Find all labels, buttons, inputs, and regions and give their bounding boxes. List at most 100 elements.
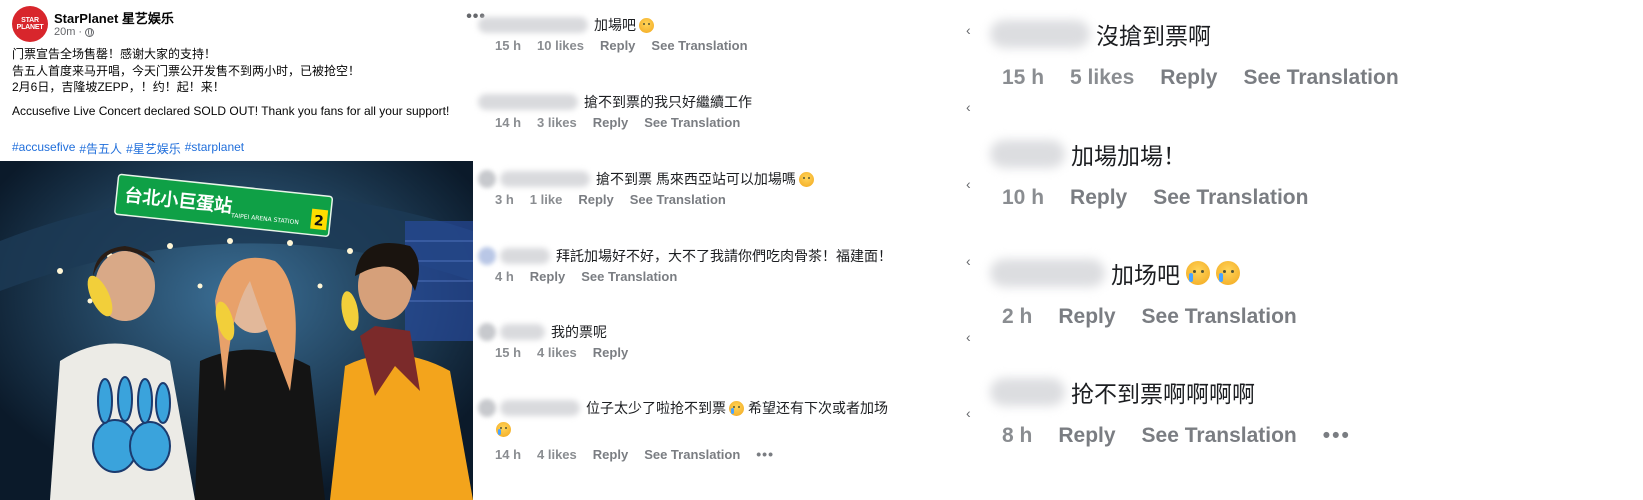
hashtag-link[interactable]: #星艺娱乐 (126, 140, 181, 157)
chevron-left-icon: ‹ (966, 253, 971, 269)
post-english-text: Accusefive Live Concert declared SOLD OU… (12, 103, 450, 118)
post-header: STAR PLANET StarPlanet 星艺娱乐 20m · ••• (12, 6, 492, 46)
see-translation-button[interactable]: See Translation (1243, 66, 1398, 90)
see-translation-button[interactable]: See Translation (630, 192, 726, 207)
comment-meta: 14 h 3 likes Reply See Translation (478, 113, 958, 131)
comment-text-continued: 希望还有下次或者加场 (748, 400, 888, 416)
comment-meta: 10 h Reply See Translation (990, 183, 1630, 213)
chevron-left-icon: ‹ (966, 329, 971, 345)
comment-time[interactable]: 15 h (495, 38, 521, 53)
see-translation-button[interactable]: See Translation (644, 447, 740, 462)
comment-likes[interactable]: 10 likes (537, 38, 584, 53)
comment-time[interactable]: 8 h (1002, 424, 1032, 448)
post-line: 2月6日，吉隆坡ZEPP，！约！起！来！ (12, 80, 225, 94)
chevron-left-icon: ‹ (966, 22, 971, 38)
page-avatar[interactable]: STAR PLANET (12, 6, 48, 42)
more-options-icon[interactable]: ••• (1323, 424, 1351, 448)
comment-item: 加場加場！ 10 h Reply See Translation (990, 137, 1630, 213)
see-translation-button[interactable]: See Translation (581, 269, 677, 284)
post-meta: 20m · (54, 26, 95, 38)
comment-likes[interactable]: 4 likes (537, 447, 577, 462)
reply-button[interactable]: Reply (593, 115, 628, 130)
sad-emoji-icon (798, 171, 814, 187)
comment-line: 加场吧 (990, 256, 1630, 290)
comment-time[interactable]: 3 h (495, 192, 514, 207)
comment-time[interactable]: 14 h (495, 115, 521, 130)
comment-meta: 8 h Reply See Translation ••• (990, 421, 1630, 451)
post-line: 告五人首度来马开唱，今天门票公开发售不到两小时，已被抢空！ (12, 63, 361, 78)
more-options-icon[interactable]: ••• (756, 446, 774, 462)
comment-likes[interactable]: 4 likes (537, 345, 577, 360)
comment-line-wrap (478, 419, 958, 439)
hashtag-link[interactable]: #starplanet (185, 140, 244, 157)
comment-meta: 15 h 10 likes Reply See Translation (478, 36, 958, 54)
post-line: 门票宣告全场售罄！感谢大家的支持！ (12, 47, 217, 61)
reply-button[interactable]: Reply (578, 192, 613, 207)
blurred-commenter-name (990, 378, 1065, 406)
reply-button[interactable]: Reply (530, 269, 565, 284)
facebook-post: STAR PLANET StarPlanet 星艺娱乐 20m · ••• 门票宣… (0, 0, 498, 500)
reply-button[interactable]: Reply (1070, 186, 1127, 210)
chevron-left-icon: ‹ (966, 176, 971, 192)
blurred-avatar (478, 247, 496, 265)
crying-emoji-icon (729, 400, 744, 416)
reply-button[interactable]: Reply (1058, 305, 1115, 329)
sad-emoji-icon (1216, 261, 1240, 285)
comment-likes[interactable]: 5 likes (1070, 66, 1134, 90)
reply-button[interactable]: Reply (593, 345, 628, 360)
blurred-commenter-name (990, 140, 1065, 168)
reply-button[interactable]: Reply (1160, 66, 1217, 90)
see-translation-button[interactable]: See Translation (644, 115, 740, 130)
comment-item: 位子太少了啦抢不到票 希望还有下次或者加场 14 h 4 likes Reply… (478, 397, 958, 463)
chevron-left-icon: ‹ (966, 405, 971, 421)
comment-line: 沒搶到票啊 (990, 17, 1630, 51)
comment-line: 加場吧 (478, 14, 958, 36)
sad-emoji-icon (639, 17, 654, 33)
comment-text: 抢不到票啊啊啊啊 (1071, 381, 1255, 407)
post-time[interactable]: 20m (54, 26, 75, 38)
see-translation-button[interactable]: See Translation (651, 38, 747, 53)
blurred-commenter-name (500, 248, 550, 264)
comments-column-large: 沒搶到票啊 15 h 5 likes Reply See Translation… (990, 0, 1643, 500)
globe-icon (85, 27, 95, 37)
see-translation-button[interactable]: See Translation (1142, 424, 1297, 448)
comment-time[interactable]: 4 h (495, 269, 514, 284)
comment-time[interactable]: 15 h (1002, 66, 1044, 90)
reply-button[interactable]: Reply (1058, 424, 1115, 448)
hashtag-link[interactable]: #accusefive (12, 140, 75, 157)
blurred-commenter-name (990, 259, 1105, 287)
comment-item: 搶不到票 馬來西亞站可以加場嗎 3 h 1 like Reply See Tra… (478, 168, 958, 208)
comment-line: 加場加場！ (990, 137, 1630, 171)
crying-emoji-icon (496, 421, 511, 437)
comment-line: 我的票呢 (478, 321, 958, 343)
comment-time[interactable]: 2 h (1002, 305, 1032, 329)
comment-line: 搶不到票的我只好繼續工作 (478, 91, 958, 113)
see-translation-button[interactable]: See Translation (1153, 186, 1308, 210)
comment-time[interactable]: 10 h (1002, 186, 1044, 210)
comment-item: 我的票呢 15 h 4 likes Reply (478, 321, 958, 361)
blurred-commenter-name (500, 171, 590, 187)
comment-text: 加场吧 (1111, 262, 1180, 288)
blurred-avatar (478, 170, 496, 188)
comment-time[interactable]: 14 h (495, 447, 521, 462)
blurred-avatar (478, 399, 496, 417)
post-photo[interactable]: 台北小巨蛋站 TAIPEI ARENA STATION 2 (0, 161, 473, 500)
comment-likes[interactable]: 3 likes (537, 115, 577, 130)
comment-likes[interactable]: 1 like (530, 192, 563, 207)
comment-line: 抢不到票啊啊啊啊 (990, 375, 1630, 409)
comment-item: 沒搶到票啊 15 h 5 likes Reply See Translation (990, 17, 1630, 93)
comment-meta: 3 h 1 like Reply See Translation (478, 190, 958, 208)
comment-time[interactable]: 15 h (495, 345, 521, 360)
see-translation-button[interactable]: See Translation (1142, 305, 1297, 329)
page-name[interactable]: StarPlanet 星艺娱乐 (54, 8, 174, 27)
reply-button[interactable]: Reply (593, 447, 628, 462)
blurred-commenter-name (500, 324, 545, 340)
hashtag-link[interactable]: #告五人 (79, 140, 122, 157)
comment-text: 我的票呢 (551, 324, 607, 340)
reply-button[interactable]: Reply (600, 38, 635, 53)
comment-line: 拜託加場好不好，大不了我請你們吃肉骨茶！福建面！ (478, 245, 958, 267)
comment-text: 拜託加場好不好，大不了我請你們吃肉骨茶！福建面！ (556, 248, 892, 264)
comment-item: 加場吧 15 h 10 likes Reply See Translation (478, 14, 958, 54)
blurred-avatar (478, 323, 496, 341)
comments-column-small: 加場吧 15 h 10 likes Reply See Translation … (478, 0, 968, 500)
